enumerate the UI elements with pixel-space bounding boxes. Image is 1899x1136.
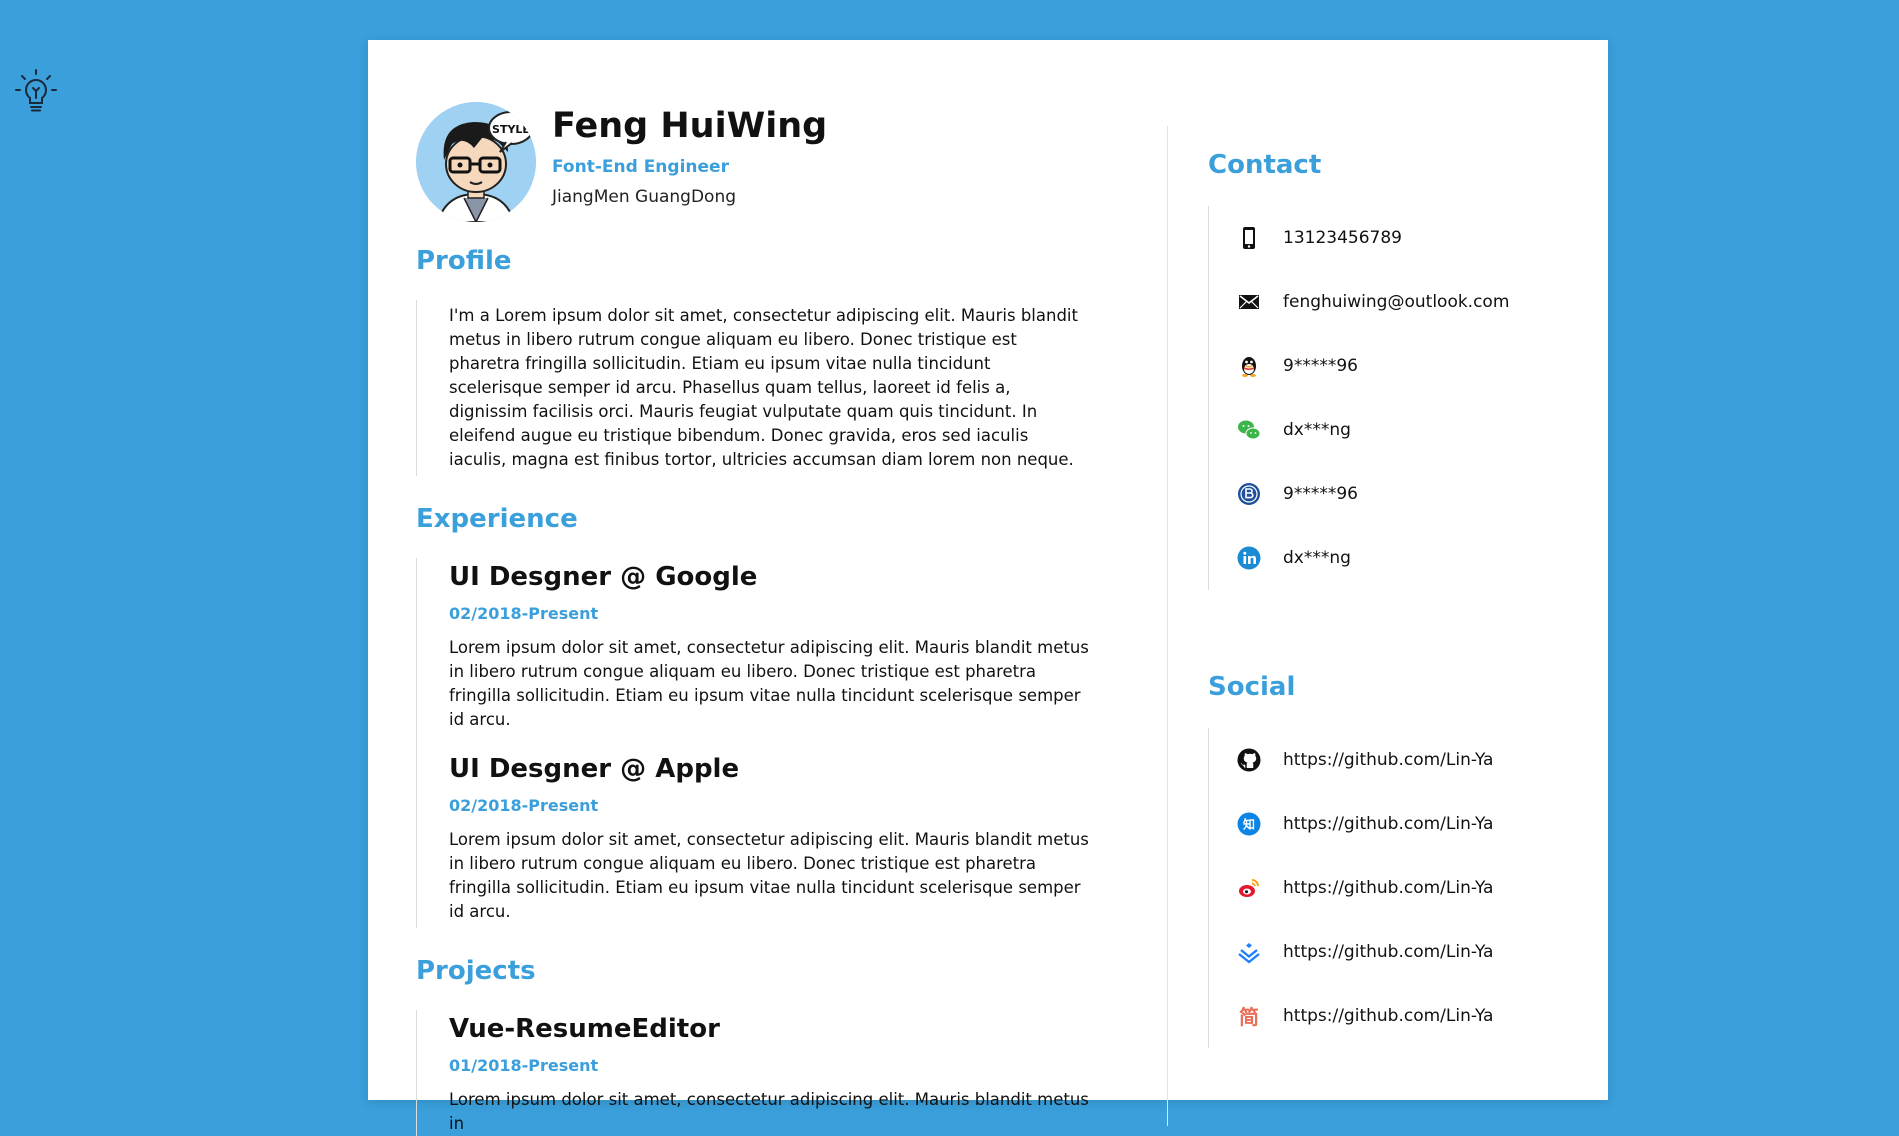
social-item-juejin[interactable]: https://github.com/Lin-Ya [1237,920,1568,984]
lightbulb-icon [15,69,57,112]
zhihu-icon: 知 [1237,812,1261,836]
contact-item-email[interactable]: fenghuiwing@outlook.com [1237,270,1568,334]
header-text: Feng HuiWing Font-End Engineer JiangMen … [552,106,827,208]
avatar-illustration: STYLE [416,102,536,222]
weibo-icon [1237,876,1261,900]
job-date: 02/2018-Present [449,604,599,623]
social-item-github[interactable]: https://github.com/Lin-Ya [1237,728,1568,792]
social-weibo-link[interactable]: https://github.com/Lin-Ya [1283,877,1493,899]
contact-section: Contact 13123456789 fenghuiwing@outlook.… [1208,150,1568,590]
contact-phone-text: 13123456789 [1283,228,1402,248]
experience-item: UI Desgner @ Apple 02/2018-Present Lorem… [449,754,1089,924]
experience-body: UI Desgner @ Google 02/2018-Present Lore… [416,558,1089,928]
project-description: Lorem ipsum dolor sit amet, consectetur … [449,1090,1089,1133]
social-title: Social [1208,672,1296,702]
sidebar-column: Contact 13123456789 fenghuiwing@outlook.… [1208,150,1568,1048]
projects-body: Vue-ResumeEditor 01/2018-Present Lorem i… [416,1010,1089,1136]
contact-title: Contact [1208,150,1322,180]
contact-wechat-text: dx***ng [1283,420,1351,440]
job-date: 02/2018-Present [449,796,599,815]
phone-icon [1237,226,1261,250]
social-section: Social https://github.com/Lin-Ya 知 https… [1208,672,1568,1048]
contact-item-phone[interactable]: 13123456789 [1237,206,1568,270]
experience-section: Experience UI Desgner @ Google 02/2018-P… [416,504,1089,928]
contact-item-blog[interactable]: 9*****96 [1237,462,1568,526]
contact-blog-text: 9*****96 [1283,484,1358,504]
blog-icon [1237,482,1261,506]
job-description: Lorem ipsum dolor sit amet, consectetur … [449,638,1089,729]
project-item: Vue-ResumeEditor 01/2018-Present Lorem i… [449,1014,1089,1136]
column-divider [1167,126,1168,1126]
contact-item-wechat[interactable]: dx***ng [1237,398,1568,462]
experience-item: UI Desgner @ Google 02/2018-Present Lore… [449,562,1089,732]
linkedin-icon [1237,546,1261,570]
person-name: Feng HuiWing [552,106,828,146]
social-list: https://github.com/Lin-Ya 知 https://gith… [1208,728,1568,1048]
person-location: JiangMen GuangDong [552,187,737,207]
svg-text:知: 知 [1242,817,1255,832]
job-description: Lorem ipsum dolor sit amet, consectetur … [449,830,1089,921]
person-role: Font-End Engineer [552,157,729,177]
main-column: STYLE Feng HuiWing Font-End Engineer Jia… [416,102,1089,1136]
project-date: 01/2018-Present [449,1056,599,1075]
profile-text: I'm a Lorem ipsum dolor sit amet, consec… [449,306,1078,469]
profile-body: I'm a Lorem ipsum dolor sit amet, consec… [416,300,1078,476]
resume-paper: STYLE Feng HuiWing Font-End Engineer Jia… [368,40,1608,1136]
social-juejin-link[interactable]: https://github.com/Lin-Ya [1283,941,1493,963]
avatar-bubble-text: STYLE [492,123,530,136]
contact-item-linkedin[interactable]: dx***ng [1237,526,1568,590]
projects-section: Projects Vue-ResumeEditor 01/2018-Presen… [416,956,1089,1136]
contact-qq-text: 9*****96 [1283,356,1358,376]
profile-section: Profile I'm a Lorem ipsum dolor sit amet… [416,246,1078,476]
contact-linkedin-text: dx***ng [1283,548,1351,568]
resume-header: STYLE Feng HuiWing Font-End Engineer Jia… [416,102,1066,222]
contact-item-qq[interactable]: 9*****96 [1237,334,1568,398]
social-item-jianshu[interactable]: 简 https://github.com/Lin-Ya [1237,984,1568,1048]
projects-title: Projects [416,956,536,986]
qq-icon [1237,354,1261,378]
contact-list: 13123456789 fenghuiwing@outlook.com 9***… [1208,206,1568,590]
social-jianshu-link[interactable]: https://github.com/Lin-Ya [1283,1005,1493,1027]
social-item-weibo[interactable]: https://github.com/Lin-Ya [1237,856,1568,920]
social-item-zhihu[interactable]: 知 https://github.com/Lin-Ya [1237,792,1568,856]
juejin-icon [1237,940,1261,964]
experience-title: Experience [416,504,578,534]
svg-text:简: 简 [1239,1005,1259,1028]
jianshu-icon: 简 [1237,1004,1261,1028]
job-title: UI Desgner @ Google [449,562,758,592]
wechat-icon [1237,418,1261,442]
github-icon [1237,748,1261,772]
job-title: UI Desgner @ Apple [449,754,740,784]
project-title: Vue-ResumeEditor [449,1014,720,1044]
social-zhihu-link[interactable]: https://github.com/Lin-Ya [1283,813,1493,835]
avatar: STYLE [416,102,536,222]
email-icon [1237,290,1261,314]
profile-title: Profile [416,246,512,276]
contact-email-text: fenghuiwing@outlook.com [1283,292,1510,312]
lightbulb-toggle[interactable] [14,68,58,116]
social-github-link[interactable]: https://github.com/Lin-Ya [1283,749,1493,771]
